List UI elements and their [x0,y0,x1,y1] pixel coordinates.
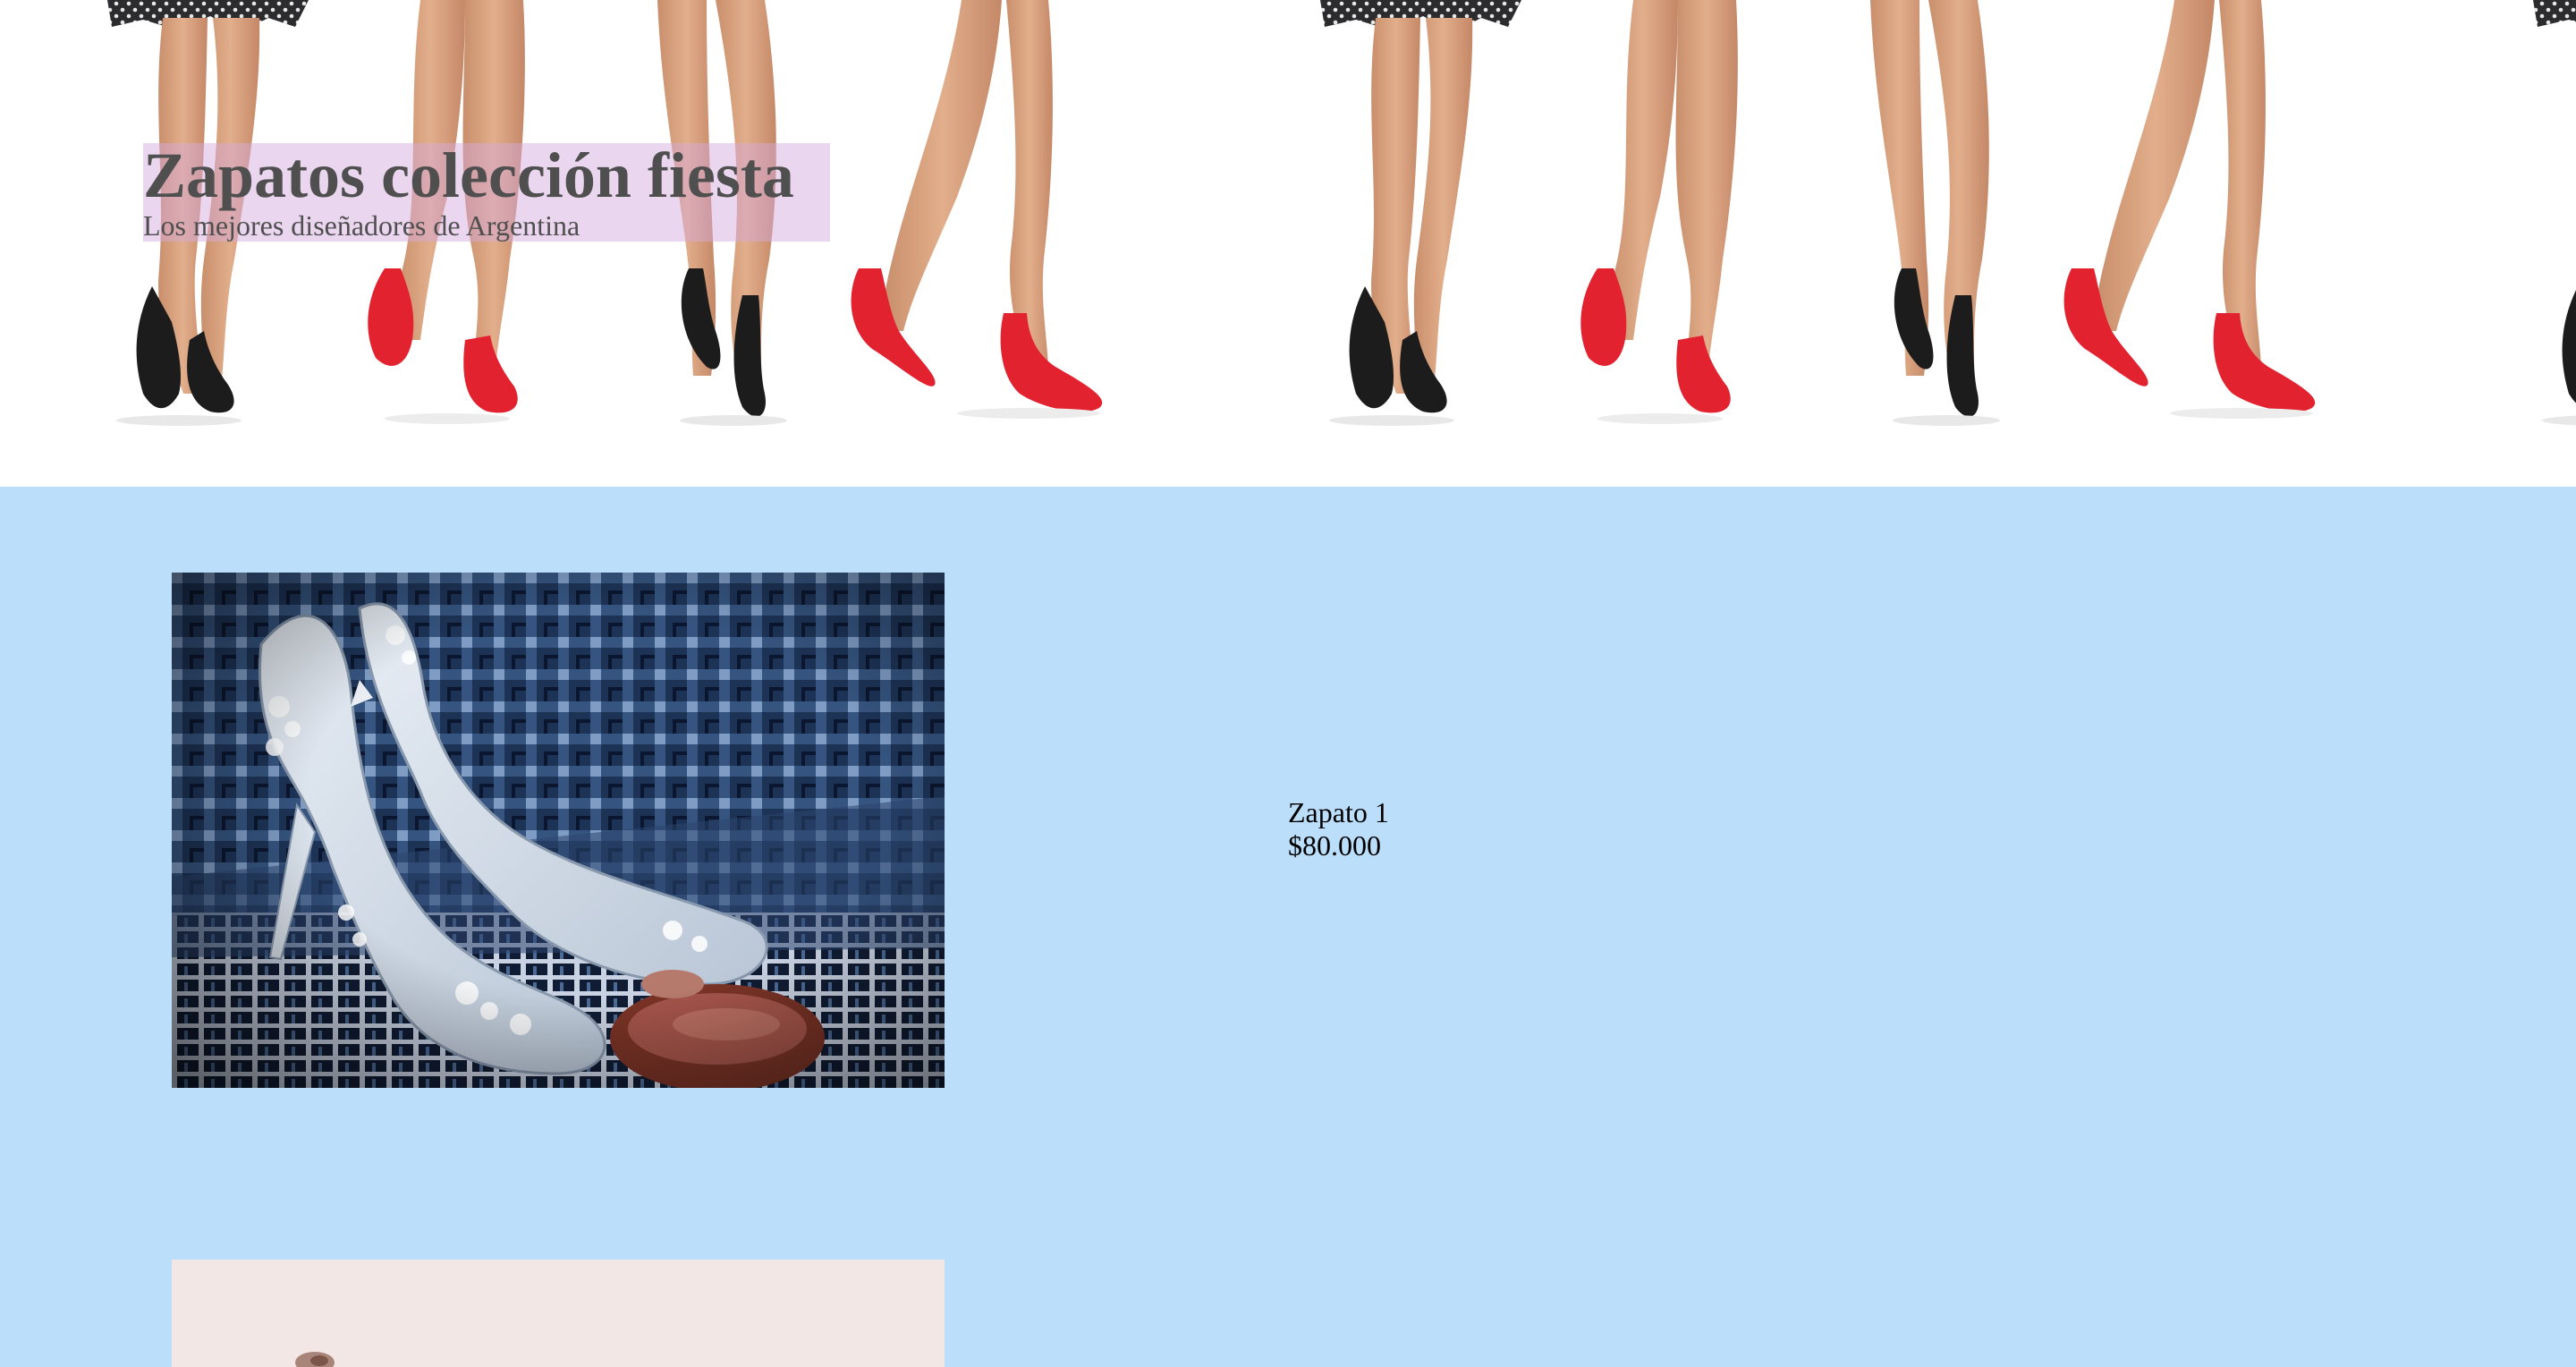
page-title: Zapatos colección fiesta [143,140,794,211]
page-subtitle: Los mejores diseñadores de Argentina [143,209,580,242]
pink-background-shoe-photo [172,1260,945,1367]
legs-heels-banner-image [107,0,2576,426]
product-info-zapato-1: Zapato 1 $80.000 [1288,796,1389,862]
product-price: $80.000 [1288,829,1381,862]
product-image-white-lace-heels[interactable] [172,573,945,1088]
product-image-pink-shoe[interactable] [172,1260,945,1367]
product-name: Zapato 1 [1288,796,1389,828]
hero-banner: Zapatos colección fiesta Los mejores dis… [0,0,2576,487]
white-lace-heels-photo [172,573,945,1088]
